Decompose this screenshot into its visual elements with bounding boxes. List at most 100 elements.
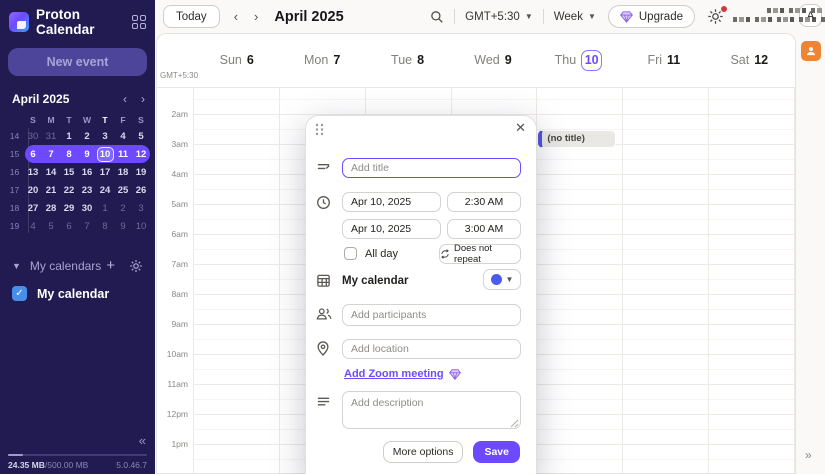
minical-day[interactable]: 22 xyxy=(60,185,78,196)
minical-day[interactable]: 2 xyxy=(114,203,132,214)
participants-icon xyxy=(316,306,332,322)
minical-next-icon[interactable]: › xyxy=(141,92,145,106)
redacted-user-info xyxy=(733,7,825,27)
minical-day[interactable]: 4 xyxy=(24,221,42,232)
minical-day[interactable]: 24 xyxy=(96,185,114,196)
minical-day[interactable]: 28 xyxy=(42,203,60,214)
minical-day[interactable]: 4 xyxy=(114,131,132,142)
minical-dow-label: F xyxy=(120,114,126,125)
more-options-button[interactable]: More options xyxy=(382,441,464,463)
minical-day-today[interactable]: 10 xyxy=(96,146,114,162)
minical-day[interactable]: 16 xyxy=(78,167,96,178)
location-input[interactable] xyxy=(342,339,521,359)
minical-day[interactable]: 26 xyxy=(132,185,150,196)
day-header-sat[interactable]: Sat 12 xyxy=(707,40,792,80)
minical-dow-label: T xyxy=(66,114,72,125)
start-time-input[interactable] xyxy=(447,192,521,212)
minical-day[interactable]: 5 xyxy=(132,131,150,142)
title-input[interactable] xyxy=(342,158,521,178)
drag-handle-icon[interactable] xyxy=(315,123,324,136)
day-header-mon[interactable]: Mon 7 xyxy=(279,40,364,80)
minical-day[interactable]: 19 xyxy=(132,167,150,178)
minical-day[interactable]: 17 xyxy=(96,167,114,178)
minical-day[interactable]: 11 xyxy=(114,149,132,160)
next-week-button[interactable]: › xyxy=(254,9,258,24)
minical-day[interactable]: 7 xyxy=(42,149,60,160)
end-date-input[interactable] xyxy=(342,219,441,239)
day-column-divider xyxy=(708,88,710,473)
all-day-toggle[interactable]: All day xyxy=(344,247,398,260)
participants-input[interactable] xyxy=(342,304,521,326)
minical-day[interactable]: 5 xyxy=(42,221,60,232)
repeat-select[interactable]: Does not repeat xyxy=(439,243,521,265)
day-header-sun[interactable]: Sun 6 xyxy=(194,40,279,80)
close-icon[interactable]: ✕ xyxy=(515,120,526,136)
minical-day[interactable]: 14 xyxy=(42,167,60,178)
proton-calendar-app: Today ‹ › April 2025 GMT+5:30 ▼ Week ▼ Upg… xyxy=(0,0,825,474)
minical-day[interactable]: 31 xyxy=(42,131,60,142)
minical-day[interactable]: 6 xyxy=(24,149,42,160)
minical-day[interactable]: 13 xyxy=(24,167,42,178)
new-event-button[interactable]: New event xyxy=(8,48,147,76)
brand-name: Proton Calendar xyxy=(36,7,95,37)
minical-day[interactable]: 3 xyxy=(96,131,114,142)
day-header-thu[interactable]: Thu 10 xyxy=(536,40,621,80)
upgrade-button[interactable]: Upgrade xyxy=(607,5,695,28)
day-header-wed[interactable]: Wed 9 xyxy=(450,40,535,80)
my-calendars-header[interactable]: My calendars xyxy=(30,259,106,273)
minical-day[interactable]: 9 xyxy=(78,149,96,160)
calendar-list-item[interactable]: ✓ My calendar xyxy=(12,286,143,301)
calendar-settings-icon[interactable] xyxy=(129,259,143,273)
popup-calendar-name: My calendar xyxy=(342,275,409,287)
day-header-fri[interactable]: Fri 11 xyxy=(621,40,706,80)
minical-day[interactable]: 30 xyxy=(78,203,96,214)
add-calendar-icon[interactable]: + xyxy=(106,257,115,274)
minical-day[interactable]: 1 xyxy=(60,131,78,142)
minical-day[interactable]: 27 xyxy=(24,203,42,214)
prev-week-button[interactable]: ‹ xyxy=(234,9,238,24)
minical-day[interactable]: 20 xyxy=(24,185,42,196)
calendar-checkbox[interactable]: ✓ xyxy=(12,286,27,301)
expand-drawer-icon[interactable]: » xyxy=(805,448,812,462)
save-button[interactable]: Save xyxy=(473,441,520,463)
minical-day[interactable]: 8 xyxy=(60,149,78,160)
contacts-icon[interactable] xyxy=(801,41,821,61)
day-number: 11 xyxy=(667,53,681,67)
app-switcher-icon[interactable] xyxy=(132,14,147,30)
calendar-color-select[interactable]: ▼ xyxy=(483,269,521,290)
storage-used: 24.35 MB xyxy=(8,460,45,470)
timezone-selector[interactable]: GMT+5:30 ▼ xyxy=(465,11,533,23)
collapse-sidebar-icon[interactable]: « xyxy=(139,433,146,448)
minical-day[interactable]: 25 xyxy=(114,185,132,196)
minical-week-row: 16 13 14 15 16 17 18 19 xyxy=(5,163,150,181)
end-time-input[interactable] xyxy=(447,219,521,239)
minical-day[interactable]: 10 xyxy=(132,221,150,232)
description-input[interactable] xyxy=(342,391,521,429)
hour-label: 4am xyxy=(171,169,188,179)
chevron-down-icon[interactable]: ▼ xyxy=(12,261,21,271)
minical-day[interactable]: 18 xyxy=(114,167,132,178)
minical-day[interactable]: 6 xyxy=(60,221,78,232)
minical-day[interactable]: 8 xyxy=(96,221,114,232)
minical-day[interactable]: 12 xyxy=(132,149,150,160)
minical-prev-icon[interactable]: ‹ xyxy=(123,92,127,106)
minical-day[interactable]: 30 xyxy=(24,131,42,142)
calendar-event[interactable]: (no title) xyxy=(538,130,617,148)
add-zoom-meeting-link[interactable]: Add Zoom meeting xyxy=(344,368,461,380)
view-selector[interactable]: Week ▼ xyxy=(554,11,596,23)
settings-button[interactable] xyxy=(707,5,727,26)
minical-day[interactable]: 7 xyxy=(78,221,96,232)
minical-day[interactable]: 2 xyxy=(78,131,96,142)
start-date-input[interactable] xyxy=(342,192,441,212)
minical-day[interactable]: 29 xyxy=(60,203,78,214)
today-button[interactable]: Today xyxy=(163,5,220,28)
minical-day[interactable]: 23 xyxy=(78,185,96,196)
minical-day[interactable]: 15 xyxy=(60,167,78,178)
minical-day[interactable]: 9 xyxy=(114,221,132,232)
search-icon[interactable] xyxy=(430,10,444,24)
all-day-checkbox[interactable] xyxy=(344,247,357,260)
minical-day[interactable]: 3 xyxy=(132,203,150,214)
minical-day[interactable]: 21 xyxy=(42,185,60,196)
minical-day[interactable]: 1 xyxy=(96,203,114,214)
day-header-tue[interactable]: Tue 8 xyxy=(365,40,450,80)
